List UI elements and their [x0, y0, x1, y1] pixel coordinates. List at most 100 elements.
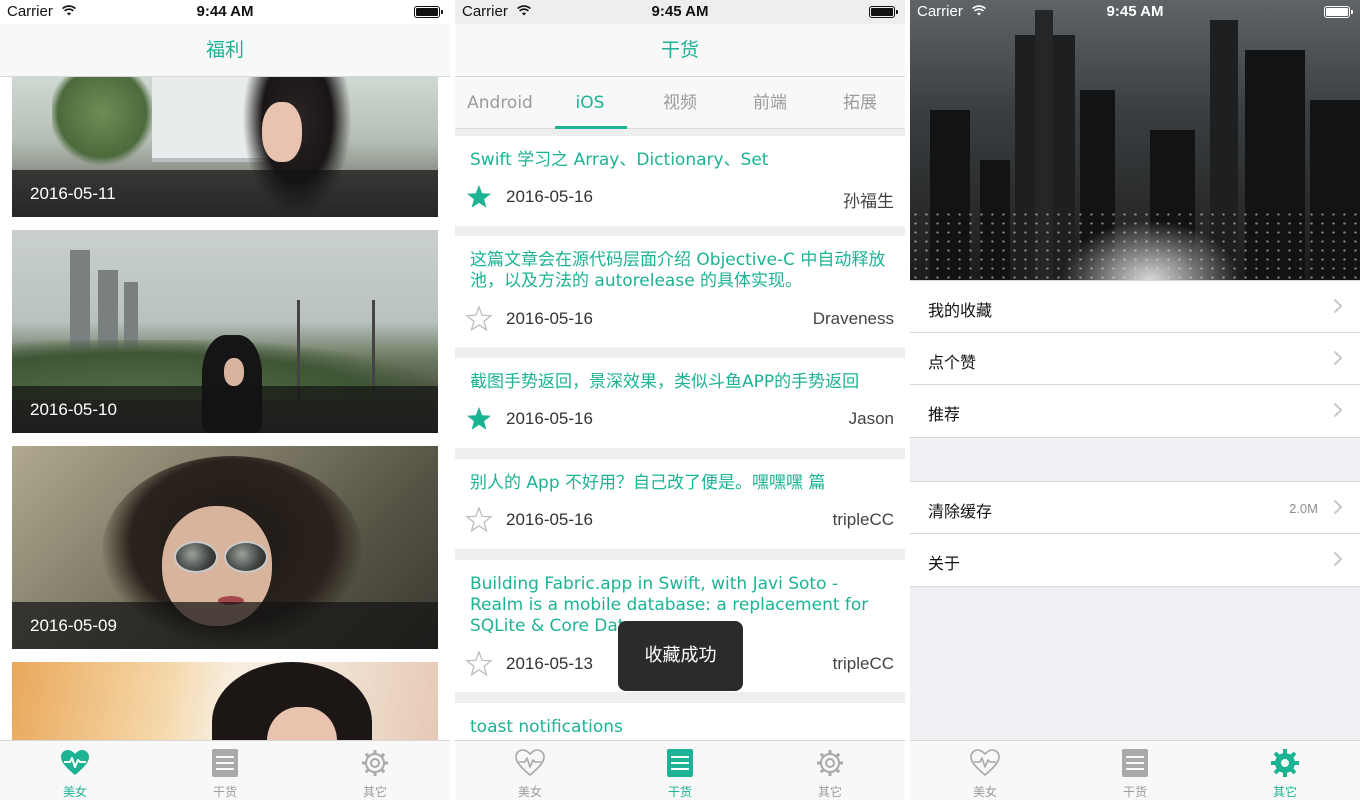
tab-ganhuo[interactable]: 干货	[175, 741, 275, 800]
row-like[interactable]: 点个赞	[910, 333, 1360, 385]
category-tabs: Android iOS 视频 前端 拓展	[455, 77, 905, 129]
tab-qita[interactable]: 其它	[1235, 741, 1335, 800]
tab-indicator	[555, 126, 627, 129]
article-author: Draveness	[812, 309, 894, 328]
clock: 9:44 AM	[196, 3, 254, 20]
tab-label: 干货	[1122, 785, 1147, 799]
article-title: 截图手势返回，景深效果，类似斗鱼APP的手势返回	[470, 372, 860, 392]
article-title: 这篇文章会在源代码层面介绍 Objective-C 中自动释放池，以及方法的 a…	[470, 250, 886, 291]
tab-bar: 美女 干货 其它	[0, 740, 450, 800]
article-cell[interactable]: Swift 学习之 Array、Dictionary、Set 2016-05-1…	[455, 136, 905, 226]
star-outline-icon[interactable]	[466, 507, 492, 533]
list-icon	[212, 749, 238, 777]
other-screen: Carrier 9:45 AM 我的收藏 点个赞 推荐 清除缓存 2.0M 关于	[910, 0, 1360, 800]
row-label: 点个赞	[928, 353, 977, 372]
article-date: 2016-05-13	[506, 654, 593, 673]
article-date: 2016-05-16	[506, 510, 593, 529]
tab-meinv[interactable]: 美女	[935, 741, 1035, 800]
row-label: 我的收藏	[928, 301, 993, 320]
tab-label: 其它	[362, 785, 387, 799]
article-date: 2016-05-16	[506, 409, 593, 428]
article-cell[interactable]: 别人的 App 不好用？自己改了便是。嘿嘿嘿 篇 2016-05-16 trip…	[455, 459, 905, 549]
photo-feed[interactable]: 2016-05-11 2016-05-10 2016-05-09	[0, 77, 450, 740]
tab-android[interactable]: Android	[455, 77, 545, 129]
row-label: 关于	[928, 554, 961, 573]
tab-video[interactable]: 视频	[635, 77, 725, 129]
row-label: 推荐	[928, 405, 961, 424]
heartbeat-icon	[970, 749, 1000, 777]
tab-label: 干货	[212, 785, 237, 799]
article-date: 2016-05-16	[506, 187, 593, 206]
row-clear-cache[interactable]: 清除缓存 2.0M	[910, 482, 1360, 534]
gear-icon	[817, 750, 843, 776]
page-title: 干货	[660, 39, 699, 61]
article-cell[interactable]: 这篇文章会在源代码层面介绍 Objective-C 中自动释放池，以及方法的 a…	[455, 236, 905, 347]
gear-icon	[1271, 749, 1299, 777]
photo-date: 2016-05-11	[30, 184, 116, 203]
heartbeat-icon	[61, 750, 89, 775]
tab-label: 其它	[817, 785, 842, 799]
toast-message: 收藏成功	[618, 621, 743, 691]
battery-icon	[1324, 6, 1353, 18]
list-icon	[667, 749, 693, 777]
photo-date: 2016-05-10	[30, 400, 117, 419]
chevron-right-icon	[1333, 350, 1343, 366]
row-recommend[interactable]: 推荐	[910, 385, 1360, 437]
tab-label: 其它	[1272, 785, 1297, 799]
tab-label: 美女	[62, 785, 87, 799]
article-title: 别人的 App 不好用？自己改了便是。嘿嘿嘿 篇	[470, 473, 826, 493]
article-author: tripleCC	[832, 654, 894, 673]
tab-label: 干货	[667, 785, 692, 799]
list-icon	[1122, 749, 1148, 777]
tab-meinv[interactable]: 美女	[25, 741, 125, 800]
tab-meinv[interactable]: 美女	[480, 741, 580, 800]
tab-ganhuo[interactable]: 干货	[630, 741, 730, 800]
clock: 9:45 AM	[651, 3, 709, 20]
gear-icon	[362, 750, 388, 776]
photo-card[interactable]: 2016-05-11	[12, 77, 438, 217]
tab-label: 美女	[972, 785, 997, 799]
tab-frontend[interactable]: 前端	[725, 77, 815, 129]
row-label: 清除缓存	[928, 502, 993, 521]
article-author: 孙福生	[843, 192, 894, 211]
tab-extend[interactable]: 拓展	[815, 77, 905, 129]
star-filled-icon[interactable]	[466, 184, 492, 210]
header-image	[910, 0, 1360, 280]
article-cell[interactable]: 截图手势返回，景深效果，类似斗鱼APP的手势返回 2016-05-16 Jaso…	[455, 358, 905, 448]
cache-size: 2.0M	[1289, 501, 1318, 516]
status-bar: Carrier 9:45 AM	[910, 0, 1360, 24]
status-bar: Carrier 9:45 AM	[455, 0, 905, 24]
battery-icon	[414, 6, 443, 18]
chevron-right-icon	[1333, 298, 1343, 314]
tab-ios[interactable]: iOS	[545, 77, 635, 129]
row-about[interactable]: 关于	[910, 534, 1360, 586]
photo-card[interactable]	[12, 662, 438, 740]
chevron-right-icon	[1333, 551, 1343, 567]
photo-date: 2016-05-09	[30, 616, 117, 635]
article-title: toast notifications	[470, 717, 623, 737]
star-outline-icon[interactable]	[466, 306, 492, 332]
row-favorites[interactable]: 我的收藏	[910, 281, 1360, 333]
article-author: Jason	[848, 409, 894, 428]
article-author: tripleCC	[832, 510, 894, 529]
photo-card[interactable]: 2016-05-09	[12, 446, 438, 649]
photo-card[interactable]: 2016-05-10	[12, 230, 438, 433]
tab-label: 美女	[517, 785, 542, 799]
nav-bar: 干货	[455, 24, 905, 77]
tab-bar: 美女 干货 其它	[455, 740, 905, 800]
article-date: 2016-05-16	[506, 309, 593, 328]
settings-group: 清除缓存 2.0M 关于	[910, 481, 1360, 587]
welfare-screen: Carrier 9:44 AM 福利 2016-05-11 2016-05-10	[0, 0, 450, 800]
photo-image	[52, 77, 152, 167]
star-outline-icon[interactable]	[466, 651, 492, 677]
tab-bar: 美女 干货 其它	[910, 740, 1360, 800]
battery-icon	[869, 6, 898, 18]
chevron-right-icon	[1333, 499, 1343, 515]
ganhuo-screen: Carrier 9:45 AM 干货 Android iOS 视频 前端 拓展 …	[455, 0, 905, 800]
article-title: Swift 学习之 Array、Dictionary、Set	[470, 150, 769, 170]
tab-qita[interactable]: 其它	[325, 741, 425, 800]
tab-ganhuo[interactable]: 干货	[1085, 741, 1185, 800]
star-filled-icon[interactable]	[466, 406, 492, 432]
heartbeat-icon	[515, 749, 545, 777]
tab-qita[interactable]: 其它	[780, 741, 880, 800]
